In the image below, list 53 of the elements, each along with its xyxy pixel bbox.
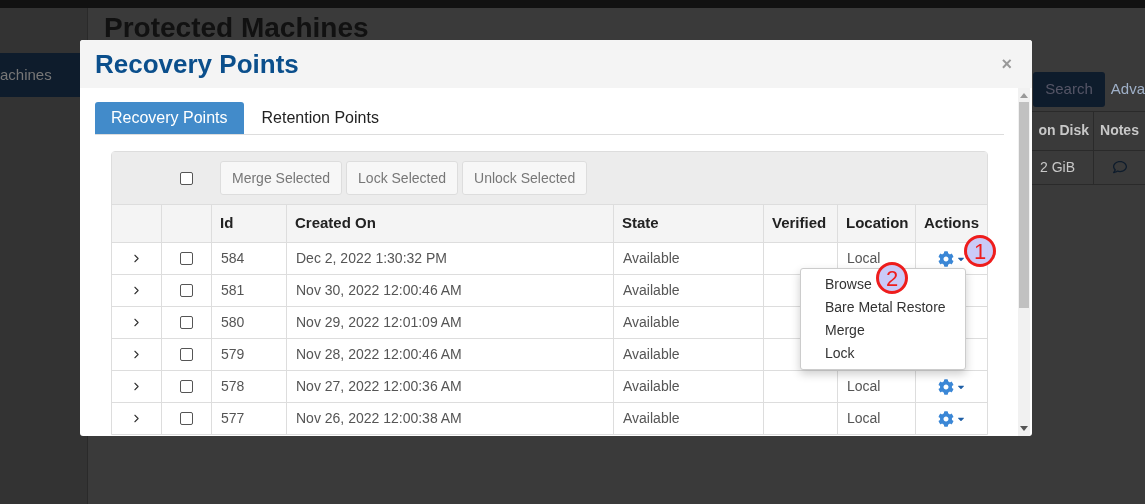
scrollbar[interactable]: [1018, 88, 1030, 436]
table-cell-text: Available: [623, 377, 680, 396]
menu-item[interactable]: Lock: [825, 342, 855, 365]
checkbox[interactable]: [180, 316, 193, 329]
table-cell-text: Local: [847, 377, 881, 396]
table-cell-text: Available: [623, 409, 680, 428]
table-cell-text: 2 GiB: [1040, 157, 1075, 177]
table-cell-text: Available: [623, 345, 680, 364]
column-header[interactable]: Verified: [764, 205, 838, 242]
tab[interactable]: Recovery Points: [95, 102, 244, 134]
gear-icon: [937, 378, 954, 395]
table-cell-text: Nov 27, 2022 12:00:36 AM: [296, 377, 462, 396]
gear-icon: [937, 410, 954, 427]
table-cell-text: Dec 2, 2022 1:30:32 PM: [296, 249, 447, 268]
checkbox[interactable]: [180, 284, 193, 297]
table-cell-text: 577: [221, 409, 245, 428]
gear-icon: [937, 250, 954, 267]
column-header[interactable]: State: [614, 205, 764, 242]
table-cell-text: Nov 29, 2022 12:01:09 AM: [296, 313, 462, 332]
menu-item[interactable]: Merge: [825, 319, 865, 342]
checkbox[interactable]: [180, 412, 193, 425]
advanced-link[interactable]: Adva: [1110, 78, 1145, 101]
toolbar-button[interactable]: Merge Selected: [220, 161, 343, 195]
checkbox[interactable]: [180, 171, 193, 185]
checkbox[interactable]: [180, 348, 193, 361]
modal-title: Recovery Points: [95, 47, 299, 81]
checkbox[interactable]: [180, 380, 193, 393]
table-cell-text: 584: [221, 249, 245, 268]
column-header: Notes: [1100, 121, 1139, 140]
gear-dropdown-button[interactable]: [937, 378, 966, 395]
toolbar-button[interactable]: Unlock Selected: [462, 161, 588, 195]
toolbar-button[interactable]: Lock Selected: [346, 161, 458, 195]
table-cell-text: Nov 26, 2022 12:00:38 AM: [296, 409, 462, 428]
table-cell-text: Available: [623, 281, 680, 300]
table-cell-text: Local: [847, 409, 881, 428]
table-cell-text: 581: [221, 281, 245, 300]
gear-dropdown-button[interactable]: [937, 250, 966, 267]
column-header[interactable]: Created On: [287, 205, 614, 242]
column-header: on Disk: [1038, 121, 1089, 140]
table-cell-text: Nov 28, 2022 12:00:46 AM: [296, 345, 462, 364]
menu-item[interactable]: Browse: [825, 273, 872, 296]
table-cell-text: 580: [221, 313, 245, 332]
checkbox[interactable]: [180, 252, 193, 265]
table-cell-text: Available: [623, 249, 680, 268]
gear-dropdown-button[interactable]: [937, 410, 966, 427]
table-cell-text: Nov 30, 2022 12:00:46 AM: [296, 281, 462, 300]
column-header[interactable]: Location: [838, 205, 916, 242]
table-cell-text: 578: [221, 377, 245, 396]
scroll-down-arrow-icon[interactable]: [1020, 426, 1028, 432]
table-cell-text: Available: [623, 313, 680, 332]
menu-item[interactable]: Bare Metal Restore: [825, 296, 946, 319]
table-cell-text: 579: [221, 345, 245, 364]
column-header[interactable]: Id: [212, 205, 287, 242]
